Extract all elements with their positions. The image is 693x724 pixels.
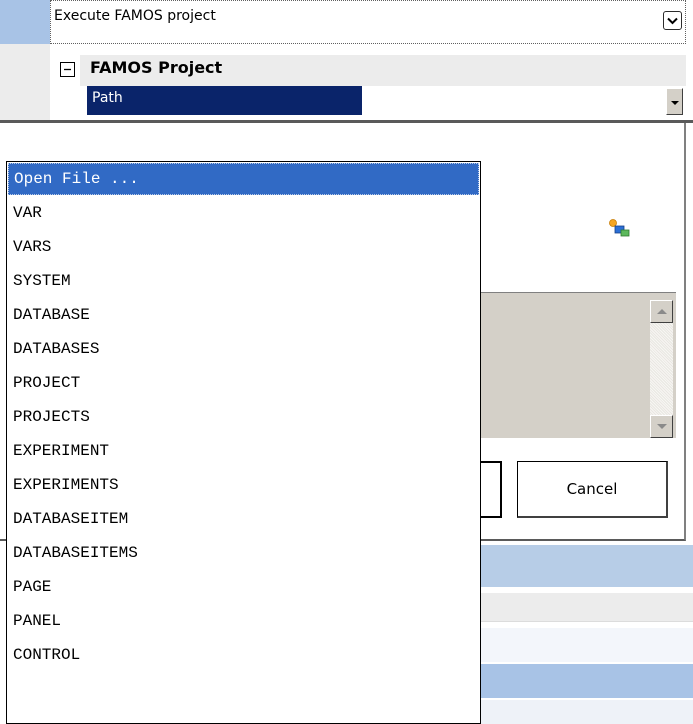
gutter-selection — [0, 0, 50, 44]
ok-button[interactable] — [478, 461, 502, 518]
chevron-down-icon — [667, 17, 678, 24]
property-grid: Execute FAMOS project FAMOS Project Path — [0, 0, 693, 123]
background-list-row[interactable] — [480, 628, 693, 662]
cancel-button[interactable]: Cancel — [517, 461, 668, 518]
dropdown-item[interactable]: PAGE — [8, 571, 479, 603]
path-dropdown-list: Open File ... VAR VARS SYSTEM DATABASE DATABA… — [6, 161, 481, 724]
dropdown-item[interactable]: PROJECTS — [8, 401, 479, 433]
dropdown-item[interactable]: EXPERIMENTS — [8, 469, 479, 501]
dropdown-item[interactable]: DATABASE — [8, 299, 479, 331]
background-list-row[interactable] — [480, 700, 693, 724]
path-label: Path — [92, 90, 123, 106]
collapse-icon[interactable] — [60, 62, 75, 77]
background-list-row-selected[interactable] — [480, 664, 693, 698]
dropdown-item[interactable]: DATABASES — [8, 333, 479, 365]
path-dropdown-button[interactable] — [666, 88, 683, 115]
background-column-header — [480, 593, 693, 622]
vertical-scrollbar[interactable] — [650, 300, 673, 438]
grid-gutter — [0, 0, 50, 123]
description-area — [480, 292, 676, 439]
dropdown-item[interactable]: Open File ... — [8, 163, 479, 195]
dropdown-item[interactable]: SYSTEM — [8, 265, 479, 297]
path-property-name[interactable] — [87, 86, 362, 115]
scroll-up-icon[interactable] — [650, 300, 673, 323]
dropdown-item[interactable]: PANEL — [8, 605, 479, 637]
dropdown-item[interactable]: PROJECT — [8, 367, 479, 399]
path-value-field[interactable] — [362, 86, 686, 115]
app-root: Execute FAMOS project FAMOS Project Path… — [0, 0, 693, 724]
category-label: FAMOS Project — [90, 58, 223, 77]
dropdown-item[interactable]: DATABASEITEM — [8, 503, 479, 535]
dropdown-item[interactable]: VAR — [8, 197, 479, 229]
dropdown-item[interactable]: DATABASEITEMS — [8, 537, 479, 569]
execute-famos-label: Execute FAMOS project — [54, 8, 216, 24]
execute-dropdown-button[interactable] — [663, 11, 682, 30]
dropdown-item[interactable]: EXPERIMENT — [8, 435, 479, 467]
background-header-band — [480, 545, 693, 587]
network-icon[interactable] — [608, 218, 632, 238]
dropdown-item[interactable]: CONTROL — [8, 639, 479, 671]
scroll-down-icon[interactable] — [650, 415, 673, 438]
dropdown-item[interactable]: VARS — [8, 231, 479, 263]
